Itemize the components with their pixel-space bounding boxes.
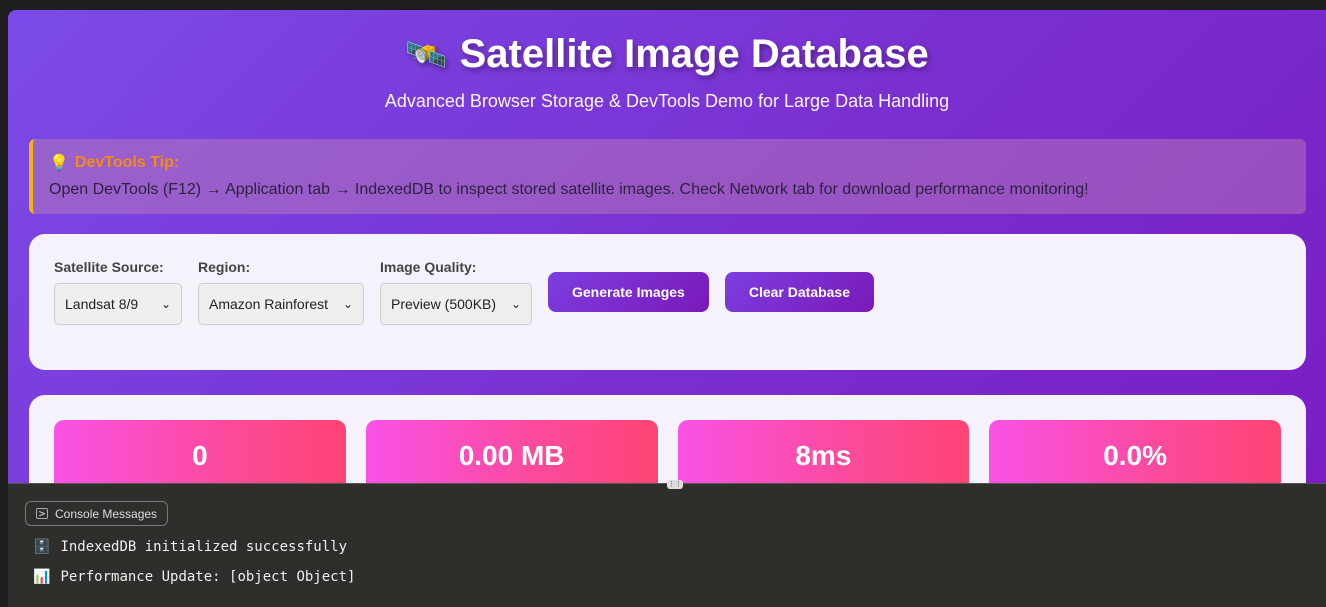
region-value: Amazon Rainforest <box>209 296 329 312</box>
source-field: Satellite Source: Landsat 8/9 ⌄ <box>54 259 182 325</box>
satellite-icon: 🛰️ <box>405 35 448 74</box>
console-line-text: IndexedDB initialized successfully <box>60 539 348 555</box>
chevron-down-icon: ⌄ <box>510 297 521 311</box>
terminal-icon: > <box>36 508 48 519</box>
tip-title: 💡 DevTools Tip: <box>49 153 1290 173</box>
console-line: 🗄️ IndexedDB initialized successfully <box>33 539 355 569</box>
console-lines: 🗄️ IndexedDB initialized successfully 📊 … <box>33 539 355 599</box>
console-line-text: Performance Update: [object Object] <box>60 569 356 585</box>
console-line: 📊 Performance Update: [object Object] <box>33 569 355 599</box>
devtools-tip: 💡 DevTools Tip: Open DevTools (F12) → Ap… <box>29 139 1306 214</box>
page-title-text: Satellite Image Database <box>459 32 929 76</box>
region-select[interactable]: Amazon Rainforest ⌄ <box>198 283 364 325</box>
quality-label: Image Quality: <box>380 259 477 275</box>
quality-value: Preview (500KB) <box>391 296 497 312</box>
console-tab-label: Console Messages <box>55 506 158 521</box>
tip-text: Open DevTools (F12) → Application tab → … <box>49 181 1089 198</box>
window-top-edge <box>0 0 1326 10</box>
page-subtitle: Advanced Browser Storage & DevTools Demo… <box>384 91 950 111</box>
source-value: Landsat 8/9 <box>65 296 139 312</box>
region-label: Region: <box>198 259 251 275</box>
source-select[interactable]: Landsat 8/9 ⌄ <box>54 283 182 325</box>
source-label: Satellite Source: <box>54 259 164 275</box>
page-header: 🛰️ Satellite Image Database Advanced Bro… <box>8 10 1326 112</box>
tip-title-text: DevTools Tip: <box>74 154 180 171</box>
resize-handle-icon[interactable]: ⋮⋮ <box>667 480 683 489</box>
clear-database-button[interactable]: Clear Database <box>724 272 875 312</box>
window-left-edge <box>0 0 8 607</box>
lightbulb-icon: 💡 <box>49 155 69 172</box>
generate-images-button[interactable]: Generate Images <box>548 272 709 312</box>
controls-panel: Satellite Source: Landsat 8/9 ⌄ Region: … <box>29 234 1306 370</box>
chart-icon: 📊 <box>33 569 51 585</box>
region-field: Region: Amazon Rainforest ⌄ <box>198 259 364 325</box>
chevron-down-icon: ⌄ <box>342 297 353 311</box>
quality-field: Image Quality: Preview (500KB) ⌄ <box>380 259 532 325</box>
database-icon: 🗄️ <box>33 539 51 555</box>
page-title: 🛰️ Satellite Image Database <box>405 32 928 77</box>
console-panel: ⋮⋮ > Console Messages 🗄️ IndexedDB initi… <box>8 480 1326 607</box>
chevron-down-icon: ⌄ <box>160 297 171 311</box>
console-messages-tab[interactable]: > Console Messages <box>25 501 169 526</box>
quality-select[interactable]: Preview (500KB) ⌄ <box>380 283 532 325</box>
